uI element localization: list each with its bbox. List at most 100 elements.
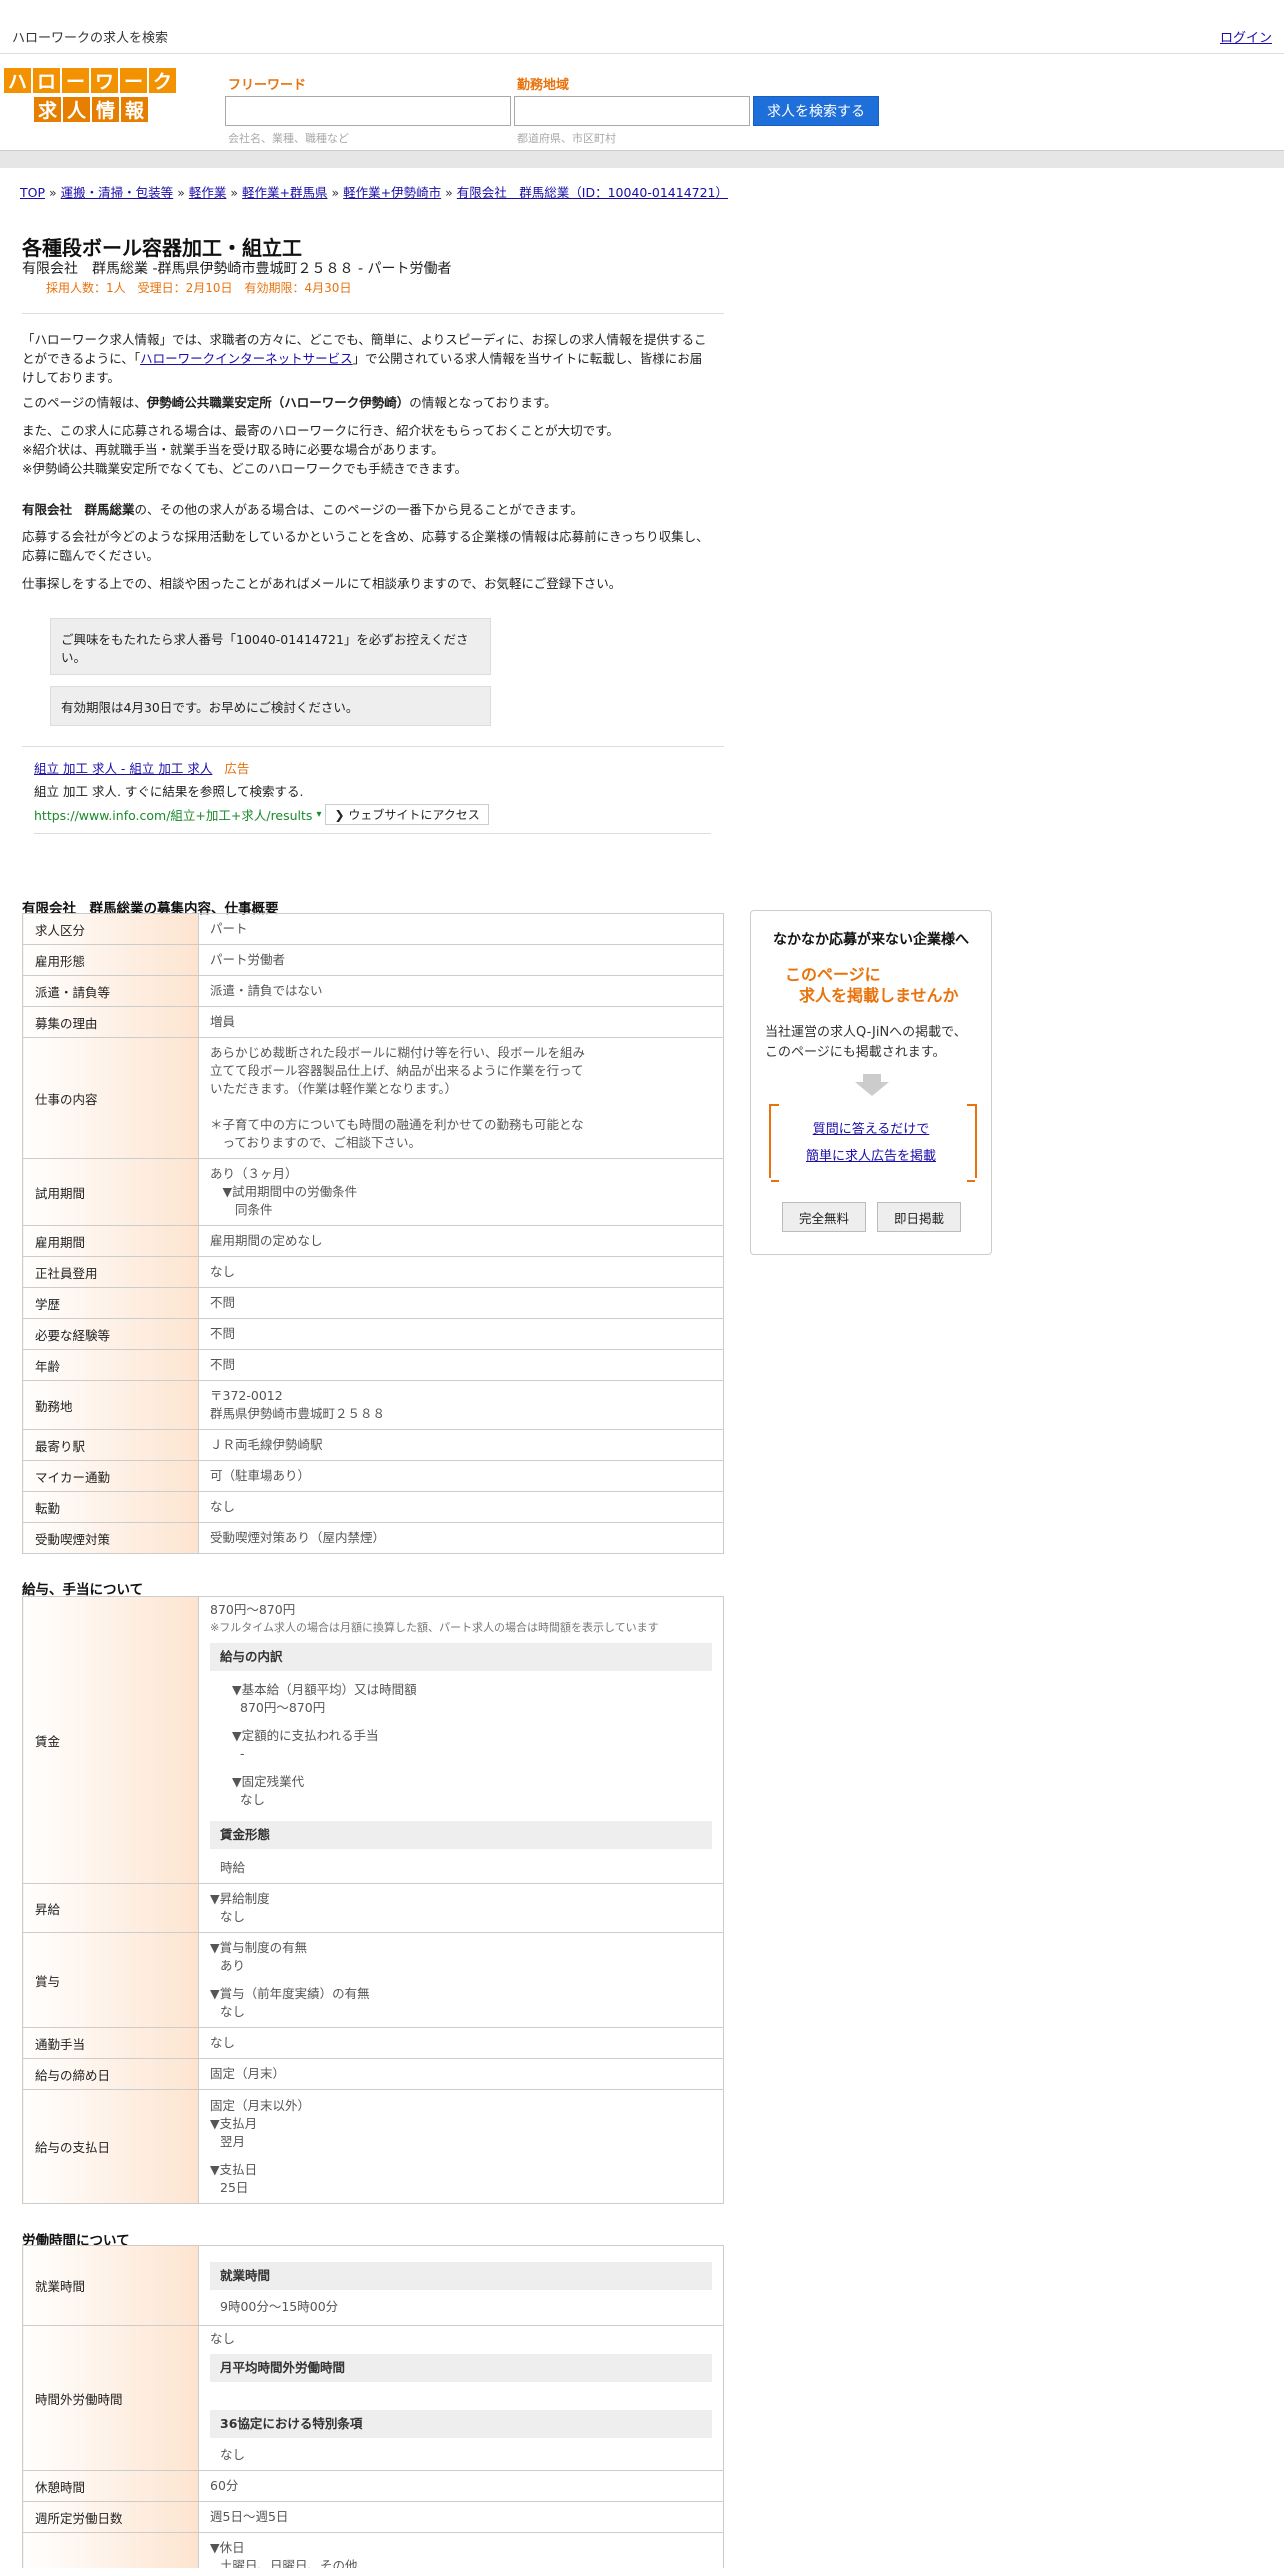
table-row: 給与の締め日 固定（月末） bbox=[22, 2058, 724, 2090]
row-value: ＪＲ両毛線伊勢崎駅 bbox=[198, 1429, 724, 1461]
table-row: 派遣・請負等 派遣・請負ではない bbox=[22, 975, 724, 1007]
sidebar-link-question[interactable]: 質問に答えるだけで bbox=[813, 1122, 930, 1137]
row-label: 賃金 bbox=[22, 1596, 199, 1884]
ad-description: 組立 加工 求人. すぐに結果を参照して検索する. bbox=[34, 784, 304, 799]
row-label: 派遣・請負等 bbox=[22, 975, 199, 1007]
table-row: 時間外労働時間 なし 月平均時間外労働時間 36協定における特別条項 なし bbox=[22, 2325, 724, 2471]
row-label: 雇用期間 bbox=[22, 1225, 199, 1257]
row-value: なし bbox=[198, 1256, 724, 1288]
row-label: 必要な経験等 bbox=[22, 1318, 199, 1350]
row-label: 休憩時間 bbox=[22, 2470, 199, 2502]
table-row: 試用期間 あり（３ヶ月） ▼試用期間中の労働条件 同条件 bbox=[22, 1158, 724, 1226]
row-label: 週所定労働日数 bbox=[22, 2501, 199, 2533]
ad-url[interactable]: https://www.info.com/組立+加工+求人/results bbox=[34, 805, 312, 824]
row-value: ▼賞与制度の有無 あり ▼賞与（前年度実績）の有無 なし bbox=[198, 1932, 724, 2028]
sidebar-heading: なかなか応募が来ない企業様へ bbox=[773, 932, 969, 948]
row-value: パート労働者 bbox=[198, 944, 724, 976]
row-value: 雇用期間の定めなし bbox=[198, 1225, 724, 1257]
same-day-button[interactable]: 即日掲載 bbox=[877, 1202, 961, 1232]
table-row: 仕事の内容 あらかじめ裁断された段ボールに糊付け等を行い、段ボールを組み 立てて段ボ… bbox=[22, 1037, 724, 1159]
page-title: 各種段ボール容器加工・組立工 bbox=[22, 236, 302, 260]
other-jobs-paragraph: 有限会社 群馬総業の、その他の求人がある場合は、このページの一番下から見ることが… bbox=[22, 502, 584, 517]
row-value: 〒372-0012 群馬県伊勢崎市豊城町２５８８ bbox=[198, 1380, 724, 1430]
row-value: 増員 bbox=[198, 1006, 724, 1038]
freeword-placeholder: 会社名、業種、職種など bbox=[228, 132, 349, 145]
row-value: なし bbox=[198, 2027, 724, 2059]
top-bar: ハローワークの求人を検索 ログイン bbox=[0, 0, 1284, 54]
advertise-sidebar: なかなか応募が来ない企業様へ このページに 求人を掲載しませんか 当社運営の求人… bbox=[750, 910, 992, 1255]
job-number-note: ご興味をもたれたら求人番号「10040-01414721」を必ずお控えください。 bbox=[50, 618, 491, 675]
row-value: 60分 bbox=[198, 2470, 724, 2502]
logo-char: ー bbox=[62, 68, 89, 93]
row-value: 870円〜870円 ※フルタイム求人の場合は月額に換算した額、パート求人の場合は… bbox=[198, 1596, 724, 1884]
row-label: 賞与 bbox=[22, 1932, 199, 2028]
row-value: あり（３ヶ月） ▼試用期間中の労働条件 同条件 bbox=[198, 1158, 724, 1226]
job-subtitle: 有限会社 群馬総業 -群馬県伊勢崎市豊城町２５８８ - パート労働者 bbox=[22, 261, 452, 277]
row-value: なし 月平均時間外労働時間 36協定における特別条項 なし bbox=[198, 2325, 724, 2471]
referral-paragraph: また、この求人に応募される場合は、最寄のハローワークに行き、紹介状をもらっておく… bbox=[22, 423, 619, 476]
ad-url-chevron-icon[interactable]: ▾ bbox=[316, 809, 321, 820]
row-value: ▼昇給制度 なし bbox=[198, 1883, 724, 1933]
row-label: 時間外労働時間 bbox=[22, 2325, 199, 2471]
deadline-note: 有効期限は4月30日です。お早めにご検討ください。 bbox=[50, 686, 491, 726]
divider bbox=[22, 313, 724, 314]
table-row: 受動喫煙対策 受動喫煙対策あり（屋内禁煙） bbox=[22, 1522, 724, 1554]
logo-char: 求 bbox=[34, 97, 61, 122]
row-value: 就業時間 9時00分〜15時00分 bbox=[198, 2245, 724, 2326]
divider bbox=[34, 833, 711, 834]
login-link[interactable]: ログイン bbox=[1220, 27, 1272, 46]
table-row: 求人区分 パート bbox=[22, 913, 724, 945]
table-row: 就業時間 就業時間 9時00分〜15時00分 bbox=[22, 2245, 724, 2326]
down-arrow-icon bbox=[855, 1082, 889, 1096]
breadcrumb-subcategory[interactable]: 軽作業 bbox=[189, 185, 227, 200]
row-label: 学歴 bbox=[22, 1287, 199, 1319]
divider bbox=[22, 746, 724, 747]
breadcrumb-prefecture[interactable]: 軽作業+群馬県 bbox=[242, 185, 327, 200]
row-label: 昇給 bbox=[22, 1883, 199, 1933]
row-label: マイカー通勤 bbox=[22, 1460, 199, 1492]
row-value: 週5日〜週5日 bbox=[198, 2501, 724, 2533]
breadcrumb-company[interactable]: 有限会社 群馬総業（ID：10040-01414721） bbox=[457, 185, 728, 200]
hellowork-link[interactable]: ハローワークインターネットサービス bbox=[140, 351, 353, 366]
row-label: 勤務地 bbox=[22, 1380, 199, 1430]
area-input[interactable] bbox=[514, 96, 750, 126]
search-button[interactable]: 求人を検索する bbox=[753, 96, 879, 126]
table-row: 転勤 なし bbox=[22, 1491, 724, 1523]
row-label bbox=[22, 2532, 199, 2568]
table-row: 募集の理由 増員 bbox=[22, 1006, 724, 1038]
logo-char: 情 bbox=[92, 97, 119, 122]
row-value: 固定（月末以外） ▼支払月 翌月 ▼支払日 25日 bbox=[198, 2089, 724, 2204]
logo-char: ー bbox=[120, 68, 147, 93]
row-value: 不問 bbox=[198, 1349, 724, 1381]
table-row: 勤務地 〒372-0012 群馬県伊勢崎市豊城町２５８８ bbox=[22, 1380, 724, 1430]
table-row: 賞与 ▼賞与制度の有無 あり ▼賞与（前年度実績）の有無 なし bbox=[22, 1932, 724, 2028]
table-row: 通勤手当 なし bbox=[22, 2027, 724, 2059]
row-label: 給与の支払日 bbox=[22, 2089, 199, 2204]
ad-title-link[interactable]: 組立 加工 求人 - 組立 加工 求人 bbox=[34, 761, 212, 776]
table-row: 賃金 870円〜870円 ※フルタイム求人の場合は月額に換算した額、パート求人の… bbox=[22, 1596, 724, 1884]
row-label: 雇用形態 bbox=[22, 944, 199, 976]
row-label: 試用期間 bbox=[22, 1158, 199, 1226]
table-row: 年齢 不問 bbox=[22, 1349, 724, 1381]
sidebar-link-post-ad[interactable]: 簡単に求人広告を掲載 bbox=[806, 1149, 936, 1164]
table-row: ▼休日 土曜日、日曜日、その他 bbox=[22, 2532, 724, 2568]
row-label: 就業時間 bbox=[22, 2245, 199, 2326]
visit-website-button[interactable]: ❯ ウェブサイトにアクセス bbox=[325, 804, 489, 825]
breadcrumb-city[interactable]: 軽作業+伊勢崎市 bbox=[343, 185, 441, 200]
header-divider bbox=[0, 150, 1284, 168]
breadcrumb-category[interactable]: 運搬・清掃・包装等 bbox=[61, 185, 174, 200]
free-button[interactable]: 完全無料 bbox=[782, 1202, 866, 1232]
table-row: 雇用期間 雇用期間の定めなし bbox=[22, 1225, 724, 1257]
site-logo[interactable]: ハローワーク 求人情報 bbox=[4, 68, 180, 124]
table-row: 休憩時間 60分 bbox=[22, 2470, 724, 2502]
row-label: 最寄り駅 bbox=[22, 1429, 199, 1461]
freeword-input[interactable] bbox=[225, 96, 511, 126]
logo-char: ロ bbox=[33, 68, 60, 93]
table-row: 給与の支払日 固定（月末以外） ▼支払月 翌月 ▼支払日 25日 bbox=[22, 2089, 724, 2204]
row-label: 求人区分 bbox=[22, 913, 199, 945]
breadcrumb-top[interactable]: TOP bbox=[20, 185, 45, 200]
table-row: 雇用形態 パート労働者 bbox=[22, 944, 724, 976]
intro-paragraph: 「ハローワーク求人情報」では、求職者の方々に、どこでも、簡単に、よりスピーディに… bbox=[22, 332, 707, 385]
row-value: 受動喫煙対策あり（屋内禁煙） bbox=[198, 1522, 724, 1554]
row-value: なし bbox=[198, 1491, 724, 1523]
